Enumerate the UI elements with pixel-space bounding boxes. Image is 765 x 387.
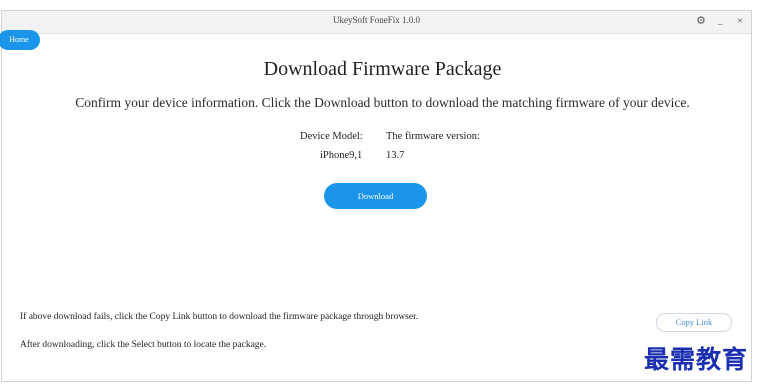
minimize-icon[interactable]: _ — [718, 14, 723, 28]
home-button[interactable]: Home — [0, 30, 40, 50]
page-title: Download Firmware Package — [263, 58, 502, 80]
close-icon[interactable]: × — [737, 14, 743, 28]
copy-link-note: If above download fails, click the Copy … — [20, 312, 419, 322]
copy-link-button[interactable]: Copy Link — [656, 313, 732, 332]
firmware-version-label: The firmware version: — [386, 131, 480, 142]
settings-icon[interactable]: ⚙ — [696, 14, 706, 28]
watermark-logo: 最需教育 — [644, 345, 749, 374]
firmware-version-value: 13.7 — [386, 150, 405, 161]
window-title: UkeySoft FoneFix 1.0.0 — [332, 15, 420, 25]
select-note: After downloading, click the Select butt… — [20, 340, 267, 350]
device-model-label: Device Model: — [300, 131, 363, 142]
title-bar: UkeySoft FoneFix 1.0.0 ⚙ _ × — [2, 11, 751, 34]
page-subtitle: Confirm your device information. Click t… — [75, 95, 690, 110]
download-button[interactable]: Download — [324, 183, 427, 209]
device-model-value: iPhone9,1 — [320, 150, 363, 161]
